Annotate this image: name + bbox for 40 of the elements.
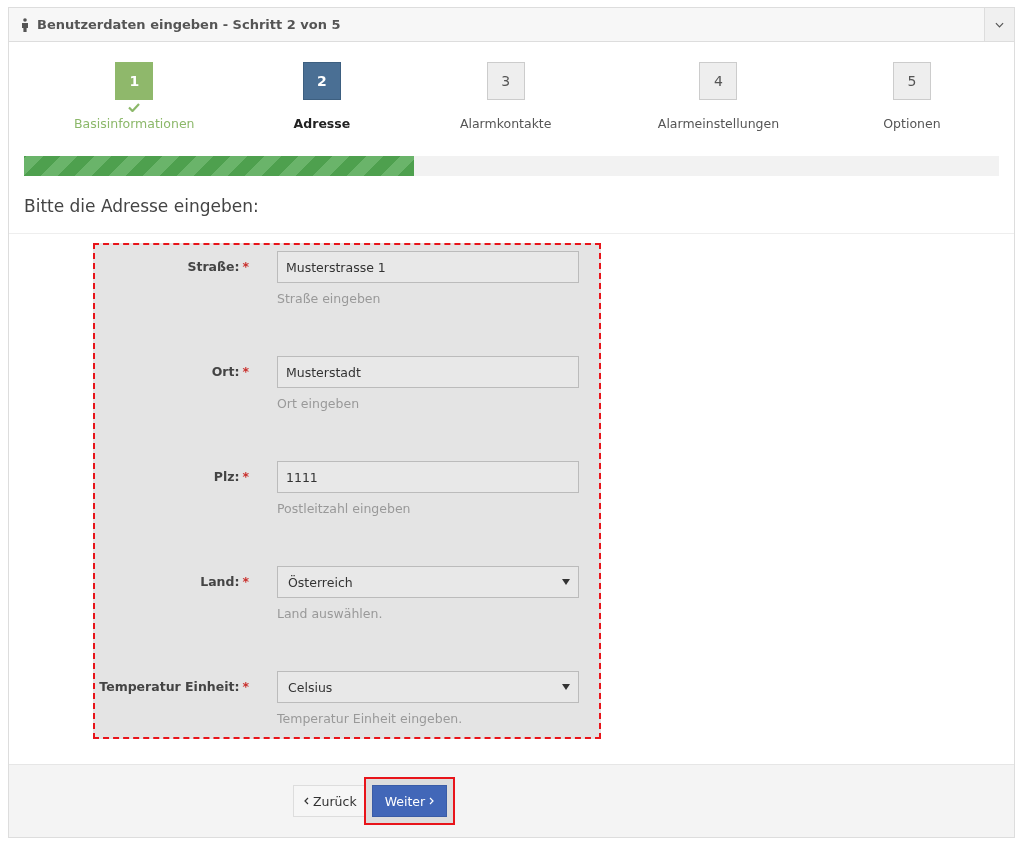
chevron-icon xyxy=(995,21,1004,28)
step-number: 4 xyxy=(699,62,738,100)
input-field[interactable]: 1111 xyxy=(277,461,579,493)
chevron-left-icon xyxy=(304,797,309,805)
required-mark: * xyxy=(242,574,249,589)
step-number: 5 xyxy=(892,62,931,100)
field-label: Ort: xyxy=(211,364,240,379)
input-field[interactable]: Musterstadt xyxy=(277,356,579,388)
step-label[interactable]: Alarmkontakte xyxy=(459,116,552,131)
step-number: 1 xyxy=(115,62,154,100)
help-text: Straße eingeben xyxy=(277,291,382,306)
step-number: 3 xyxy=(486,62,525,100)
dropdown-arrow-icon xyxy=(562,684,570,690)
select-field[interactable]: Celsius xyxy=(277,671,579,703)
field-label: Temperatur Einheit: xyxy=(99,679,240,694)
collapse-button[interactable] xyxy=(984,8,1014,41)
check-icon xyxy=(128,102,141,112)
panel-title: Benutzerdaten eingeben - Schritt 2 von 5 xyxy=(37,17,342,32)
field-label: Land: xyxy=(200,574,240,589)
field-label: Straße: xyxy=(187,259,240,274)
required-mark: * xyxy=(242,364,249,379)
input-field[interactable]: Musterstrasse 1 xyxy=(277,251,579,283)
person-icon xyxy=(21,17,29,32)
step-label[interactable]: Adresse xyxy=(293,116,351,131)
required-mark: * xyxy=(242,469,249,484)
step-number: 2 xyxy=(302,62,341,100)
dropdown-arrow-icon xyxy=(562,579,570,585)
select-field[interactable]: Österreich xyxy=(277,566,579,598)
help-text: Ort eingeben xyxy=(277,396,361,411)
field-label: Plz: xyxy=(213,469,240,484)
required-mark: * xyxy=(242,679,249,694)
help-text: Postleitzahl eingeben xyxy=(277,501,412,516)
next-button[interactable]: Weiter xyxy=(371,785,448,817)
step-label[interactable]: Optionen xyxy=(883,116,941,131)
chevron-right-icon xyxy=(429,797,435,805)
section-heading: Bitte die Adresse eingeben: xyxy=(24,195,260,218)
required-mark: * xyxy=(242,259,249,274)
step-label[interactable]: Alarmeinstellungen xyxy=(657,116,780,131)
help-text: Temperatur Einheit eingeben. xyxy=(277,711,464,726)
help-text: Land auswählen. xyxy=(277,606,384,621)
